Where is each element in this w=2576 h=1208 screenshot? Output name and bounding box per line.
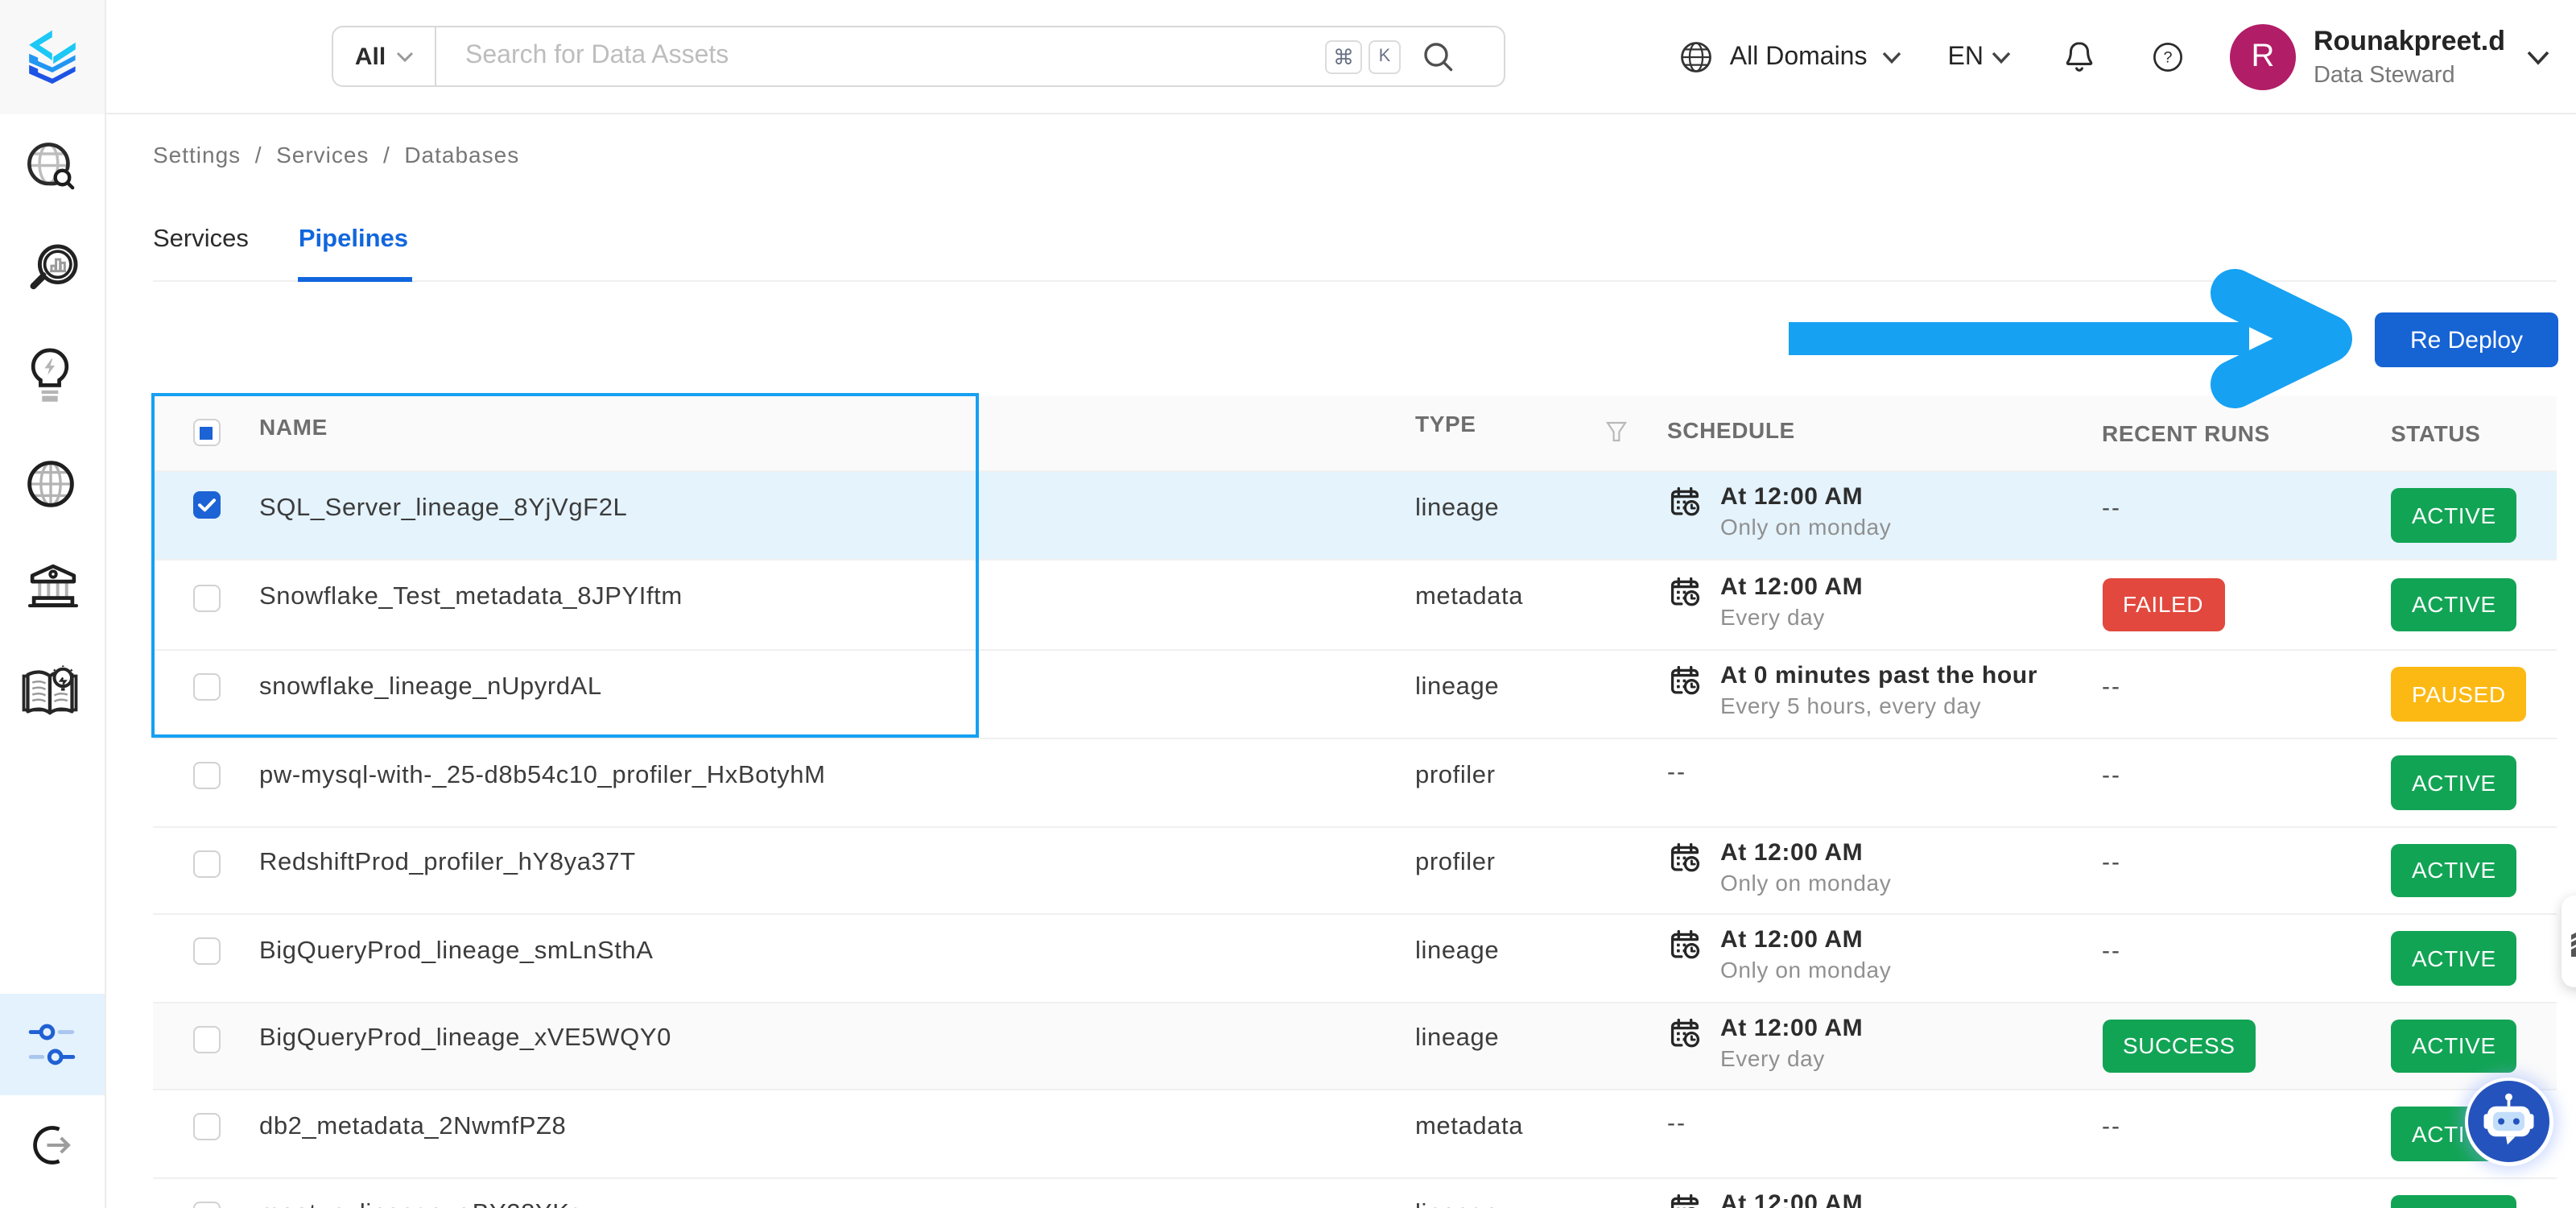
svg-text:?: ? bbox=[2163, 49, 2172, 67]
